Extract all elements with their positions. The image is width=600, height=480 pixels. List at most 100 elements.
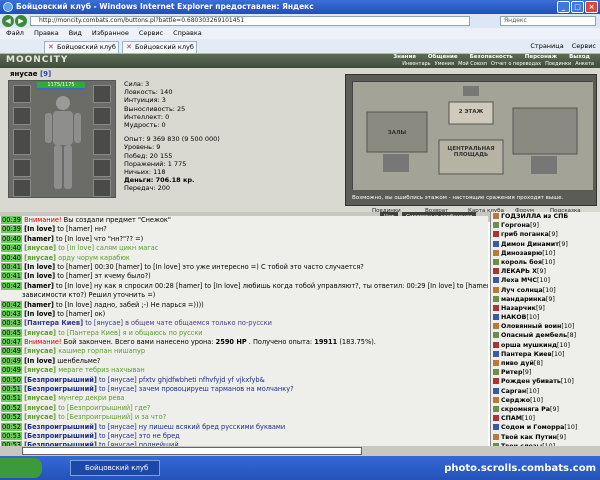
nav-exit[interactable]: Выход: [563, 54, 596, 61]
chat-time[interactable]: 00:52: [1, 413, 23, 422]
chat-nick[interactable]: [hamer]: [24, 301, 54, 309]
forward-icon[interactable]: ▶: [15, 15, 27, 27]
player-item[interactable]: НАКОВ[10]: [491, 313, 600, 322]
player-name[interactable]: Луч солнца: [501, 287, 543, 294]
chat-time[interactable]: 00:47: [1, 338, 23, 347]
chat-nick[interactable]: [Безпроигрышний]: [24, 385, 97, 393]
shield-slot[interactable]: [93, 129, 111, 155]
belt-slot[interactable]: [13, 159, 31, 177]
player-name[interactable]: ЛЕКАРЬ Х: [501, 268, 537, 275]
subnav-skills[interactable]: Умения: [433, 61, 456, 68]
chat-time[interactable]: 00:40: [1, 253, 23, 262]
player-item[interactable]: скромняга Ра[9]: [491, 405, 600, 414]
nav-character[interactable]: Персонаж: [519, 54, 563, 61]
chat-time[interactable]: 00:39: [1, 216, 23, 224]
player-name[interactable]: Опасный дембель: [501, 332, 567, 339]
player-item[interactable]: СПАМ[10]: [491, 414, 600, 423]
player-name[interactable]: пиво дуй: [501, 360, 534, 367]
chat-nick[interactable]: [янусае]: [24, 329, 56, 337]
chat-nick[interactable]: [In love]: [24, 310, 55, 318]
player-name[interactable]: Пантера Киев: [501, 351, 552, 358]
player-item[interactable]: Луч солнца[10]: [491, 286, 600, 295]
player-item[interactable]: Димон Динамит[9]: [491, 240, 600, 249]
player-item[interactable]: Динозаврю[10]: [491, 249, 600, 258]
menu-tools[interactable]: Сервис: [139, 28, 163, 39]
chat-time[interactable]: 00:51: [1, 394, 23, 403]
chat-time[interactable]: 00:52: [1, 403, 23, 412]
player-item[interactable]: Ритер[9]: [491, 368, 600, 377]
player-name[interactable]: Сарган: [501, 388, 526, 395]
map-label-halls[interactable]: ЗАЛЫ: [377, 130, 417, 136]
chat-nick[interactable]: [In love]: [24, 263, 55, 271]
chat-nick[interactable]: [янусае]: [24, 394, 56, 402]
character-nick[interactable]: янусае [9]: [10, 70, 51, 78]
chat-nick[interactable]: [янусае]: [24, 366, 56, 374]
player-name[interactable]: Серджо: [501, 397, 530, 404]
back-icon[interactable]: ◀: [2, 15, 14, 27]
chat-time[interactable]: 00:51: [1, 385, 23, 394]
subnav-union[interactable]: Мой Союзп: [456, 61, 489, 68]
player-name[interactable]: Димон Динамит: [501, 241, 559, 248]
weapon-slot[interactable]: [13, 107, 31, 125]
player-item[interactable]: Рожден убивать[10]: [491, 377, 600, 386]
chat-time[interactable]: 00:42: [1, 281, 23, 290]
player-name[interactable]: НАКОВ: [501, 314, 526, 321]
player-item[interactable]: Горгона[9]: [491, 221, 600, 230]
chat-nick[interactable]: 2590 HP: [216, 338, 247, 346]
chat-time[interactable]: 00:43: [1, 319, 23, 328]
subnav-transfers[interactable]: Отчет о переводах: [489, 61, 543, 68]
chat-time[interactable]: 00:42: [1, 300, 23, 309]
menu-view[interactable]: Вид: [69, 28, 82, 39]
player-name[interactable]: ГОДЗИЛЛА из СПБ: [501, 213, 568, 220]
chat-time[interactable]: 00:40: [1, 234, 23, 243]
subnav-profile[interactable]: Анкета: [573, 61, 596, 68]
chat-time[interactable]: 00:49: [1, 347, 23, 356]
chat-nick[interactable]: [янусае]: [24, 404, 56, 412]
chat-input[interactable]: [22, 447, 362, 455]
chat-nick[interactable]: 19911: [314, 338, 337, 346]
start-button[interactable]: [0, 458, 42, 478]
nav-communication[interactable]: Общение: [422, 54, 464, 61]
player-name[interactable]: Рожден убивать: [501, 378, 561, 385]
close-button[interactable]: ×: [585, 1, 598, 13]
minimize-button[interactable]: _: [557, 1, 570, 13]
player-item[interactable]: ЛЕКАРЬ Х[9]: [491, 267, 600, 276]
player-name[interactable]: орша мушкинд: [501, 342, 557, 349]
player-item[interactable]: Назарчик[9]: [491, 304, 600, 313]
player-item[interactable]: орша мушкинд[10]: [491, 341, 600, 350]
armor-slot[interactable]: [13, 129, 31, 155]
player-item[interactable]: Пантера Киев[10]: [491, 350, 600, 359]
player-item[interactable]: гриб поганка[9]: [491, 230, 600, 239]
tools-menu[interactable]: Сервис: [572, 42, 596, 50]
map-image[interactable]: 2 ЭТАЖ ЗАЛЫ ЦЕНТРАЛЬНАЯ ПЛОЩАДЬ: [352, 81, 593, 190]
chat-time[interactable]: 00:50: [1, 375, 23, 384]
boots-slot[interactable]: [13, 179, 31, 197]
nav-knowledge[interactable]: Знания: [387, 54, 422, 61]
chat-time[interactable]: 00:40: [1, 244, 23, 253]
player-name[interactable]: Леха МЧС: [501, 277, 537, 284]
bracer-slot[interactable]: [93, 159, 111, 177]
chat-time[interactable]: 00:43: [1, 309, 23, 318]
chat-time[interactable]: 00:53: [1, 431, 23, 440]
player-item[interactable]: король боя[10]: [491, 258, 600, 267]
chat-time[interactable]: 00:39: [1, 225, 23, 234]
helmet-slot[interactable]: [13, 85, 31, 103]
player-name[interactable]: гриб поганка: [501, 231, 549, 238]
player-name[interactable]: Твой как Путин: [501, 434, 557, 441]
chat-time[interactable]: 00:49: [1, 356, 23, 365]
chat-nick[interactable]: [Безпроигрышний]: [24, 423, 97, 431]
chat-nick[interactable]: [янусае]: [24, 254, 56, 262]
player-item[interactable]: пиво дуй[8]: [491, 359, 600, 368]
chat-time[interactable]: 00:41: [1, 272, 23, 281]
maximize-button[interactable]: □: [571, 1, 584, 13]
subnav-fights[interactable]: Поединки: [543, 61, 573, 68]
chat-time[interactable]: 00:52: [1, 422, 23, 431]
player-name[interactable]: Горгона: [501, 222, 530, 229]
fights-button[interactable]: Поединки: [372, 206, 401, 216]
player-name[interactable]: СПАМ: [501, 415, 522, 422]
chat-time[interactable]: 00:41: [1, 262, 23, 271]
tab-1[interactable]: ✕ Бойцовский клуб: [44, 41, 119, 53]
player-item[interactable]: Содом и Гоморра[10]: [491, 423, 600, 432]
chat-nick[interactable]: [In love]: [24, 225, 55, 233]
player-item[interactable]: ГОДЗИЛЛА из СПБ: [491, 212, 600, 221]
